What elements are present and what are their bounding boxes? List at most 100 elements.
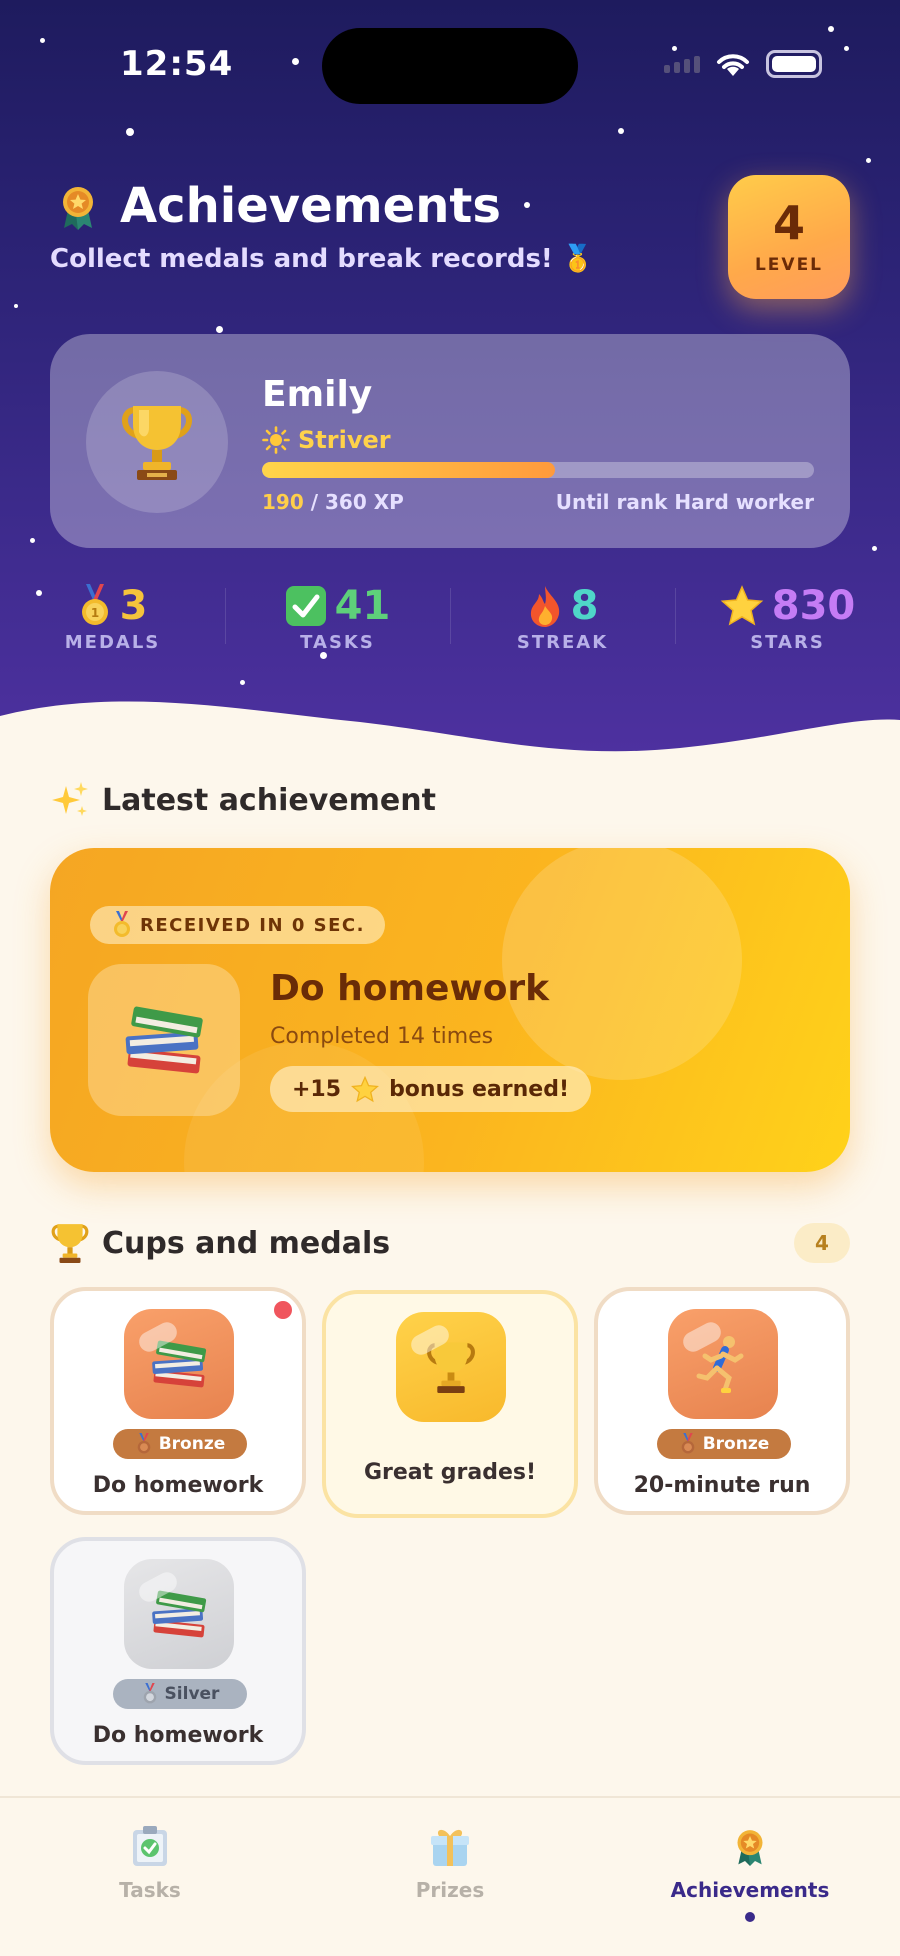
star-dot xyxy=(126,128,134,136)
profile-card[interactable]: Emily Striver 190 / 360 XP Until rank Ha… xyxy=(50,334,850,548)
xp-progress-fill xyxy=(262,462,555,478)
cups-section-title: Cups and medals xyxy=(102,1225,391,1261)
hero-wave xyxy=(0,701,900,760)
star-dot xyxy=(30,538,35,543)
tier-label: Bronze xyxy=(702,1434,770,1454)
decor-bubble xyxy=(502,848,742,1080)
latest-achievement-icon xyxy=(88,964,240,1116)
books-icon xyxy=(125,1006,203,1074)
received-badge: RECEIVED IN 0 SEC. xyxy=(90,906,385,944)
stats-row: 1 3 MEDALS 41 TASKS 8 STREAK 830 STARS xyxy=(0,580,900,660)
avatar xyxy=(86,371,228,513)
new-indicator-dot xyxy=(274,1301,292,1319)
tab-achievements[interactable]: Achievements xyxy=(600,1820,900,1922)
xp-readout: 190 / 360 XP xyxy=(262,490,404,514)
battery-icon xyxy=(766,50,822,78)
dynamic-island xyxy=(322,28,578,104)
gift-icon xyxy=(431,1829,469,1866)
medal-card-icon xyxy=(668,1309,778,1419)
stat-tasks[interactable]: 41 TASKS xyxy=(225,580,450,660)
level-value: 4 xyxy=(772,196,805,250)
trophy-icon xyxy=(51,1224,89,1263)
tab-tasks-label: Tasks xyxy=(119,1878,181,1902)
medal-card-icon xyxy=(124,1559,234,1669)
star-dot xyxy=(524,202,530,208)
medal-card-name: Do homework xyxy=(92,1473,264,1498)
latest-achievement-subtitle: Completed 14 times xyxy=(270,1024,494,1049)
star-dot xyxy=(844,46,849,51)
level-badge[interactable]: 4 LEVEL xyxy=(728,175,850,299)
active-tab-indicator xyxy=(745,1912,755,1922)
stat-medals-label: MEDALS xyxy=(64,632,161,653)
wifi-icon xyxy=(717,54,749,76)
latest-section-header: Latest achievement xyxy=(50,780,436,820)
tier-badge: Bronze xyxy=(113,1429,247,1459)
medal-card[interactable]: Great grades! xyxy=(322,1290,578,1518)
star-dot xyxy=(866,158,871,163)
medal-card-icon xyxy=(124,1309,234,1419)
next-rank-label: Until rank Hard worker xyxy=(555,490,814,514)
star-dot xyxy=(618,128,624,134)
stat-medals[interactable]: 1 3 MEDALS xyxy=(0,580,225,660)
rank-row: Striver xyxy=(262,426,391,454)
bronze-medal-icon xyxy=(137,1433,151,1454)
medal-card[interactable]: Bronze Do homework xyxy=(50,1287,306,1515)
bonus-amount: +15 xyxy=(292,1076,342,1102)
stat-stars-value: 830 xyxy=(771,583,856,629)
star-dot xyxy=(40,38,45,43)
tab-tasks[interactable]: Tasks xyxy=(0,1820,300,1902)
tier-label: Silver xyxy=(164,1684,220,1704)
sparkles-icon xyxy=(52,782,88,816)
fire-icon xyxy=(530,586,559,627)
medal-card-name: Great grades! xyxy=(363,1460,537,1485)
stat-tasks-label: TASKS xyxy=(300,632,375,653)
medal-card-name: Do homework xyxy=(92,1723,264,1748)
medal-card-name: 20-minute run xyxy=(633,1473,811,1498)
star-icon xyxy=(720,585,764,626)
stat-streak-value: 8 xyxy=(570,583,599,629)
latest-achievement-card[interactable]: RECEIVED IN 0 SEC. Do homework Completed… xyxy=(50,848,850,1172)
medal-icon xyxy=(114,911,130,937)
cups-section-header: Cups and medals xyxy=(50,1222,390,1264)
silver-medal-icon xyxy=(143,1683,156,1704)
star-dot xyxy=(216,326,223,333)
tier-label: Bronze xyxy=(158,1434,226,1454)
stat-streak-label: STREAK xyxy=(516,632,609,653)
star-dot xyxy=(240,680,245,685)
tab-prizes[interactable]: Prizes xyxy=(300,1820,600,1902)
award-icon xyxy=(63,187,93,230)
stat-medals-value: 3 xyxy=(119,583,148,629)
status-time: 12:54 xyxy=(120,44,234,84)
xp-current: 190 xyxy=(262,490,304,514)
xp-progress-bar xyxy=(262,462,814,478)
star-dot xyxy=(828,26,834,32)
svg-text:1: 1 xyxy=(90,606,98,620)
medal-card[interactable]: Bronze 20-minute run xyxy=(594,1287,850,1515)
page-header: Achievements xyxy=(54,178,501,234)
tab-achievements-label: Achievements xyxy=(670,1878,830,1902)
clipboard-icon xyxy=(133,1826,167,1866)
stat-stars[interactable]: 830 STARS xyxy=(675,580,900,660)
medal-card[interactable]: Silver Do homework xyxy=(50,1537,306,1765)
sun-icon xyxy=(262,426,290,454)
rank-label: Striver xyxy=(298,426,391,454)
trophy-icon xyxy=(122,406,192,480)
medal-card-icon xyxy=(396,1312,506,1422)
tier-badge: Bronze xyxy=(657,1429,791,1459)
bonus-badge: +15 bonus earned! xyxy=(270,1066,591,1112)
status-icons xyxy=(664,50,822,78)
level-label: LEVEL xyxy=(754,255,824,275)
stat-streak[interactable]: 8 STREAK xyxy=(450,580,675,660)
stat-tasks-value: 41 xyxy=(334,583,391,629)
star-dot xyxy=(14,304,18,308)
cellular-signal-icon xyxy=(664,55,700,73)
cups-count-badge: 4 xyxy=(794,1223,850,1263)
tier-badge: Silver xyxy=(113,1679,247,1709)
xp-total: / 360 XP xyxy=(310,490,404,514)
latest-section-title: Latest achievement xyxy=(102,782,436,818)
medal-icon: 1 xyxy=(81,584,108,625)
tab-bar: Tasks Prizes Achievements xyxy=(0,1796,900,1956)
tab-prizes-label: Prizes xyxy=(415,1878,485,1902)
page-title: Achievements xyxy=(120,178,501,234)
latest-achievement-title: Do homework xyxy=(270,968,550,1009)
